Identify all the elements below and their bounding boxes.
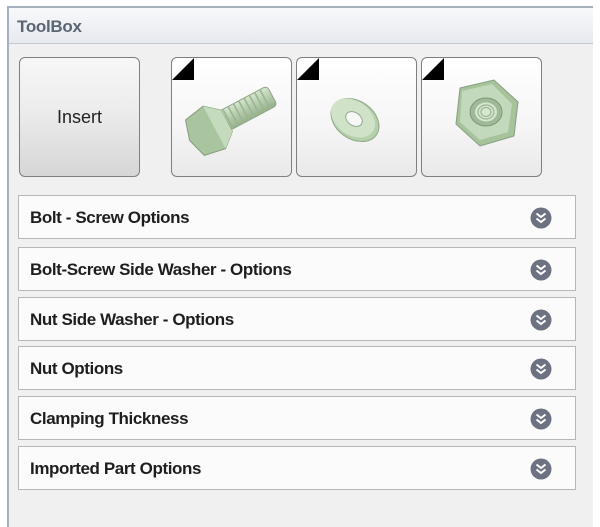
chevron-double-down-icon[interactable] <box>530 458 552 480</box>
option-row-bolt-screw-side-washer[interactable]: Bolt-Screw Side Washer - Options <box>18 247 576 291</box>
option-label: Imported Part Options <box>30 459 202 478</box>
option-row-nut[interactable]: Nut Options <box>18 346 576 390</box>
option-label: Nut Side Washer - Options <box>30 310 234 329</box>
washer-dropdown-button[interactable] <box>296 57 417 177</box>
dropdown-arrow-icon <box>172 58 194 80</box>
chevron-double-down-icon[interactable] <box>530 358 552 380</box>
option-row-bolt-screw[interactable]: Bolt - Screw Options <box>18 195 576 239</box>
option-row-imported-part[interactable]: Imported Part Options <box>18 446 576 490</box>
dropdown-arrow-icon <box>422 58 444 80</box>
bolt-dropdown-button[interactable] <box>171 57 292 177</box>
toolbox-title: ToolBox <box>17 17 82 36</box>
option-row-clamping-thickness[interactable]: Clamping Thickness <box>18 396 576 440</box>
chevron-double-down-icon[interactable] <box>530 408 552 430</box>
option-label: Nut Options <box>30 359 123 378</box>
option-label: Bolt - Screw Options <box>30 208 190 227</box>
nut-dropdown-button[interactable] <box>421 57 542 177</box>
dropdown-arrow-icon <box>297 58 319 80</box>
option-label: Bolt-Screw Side Washer - Options <box>30 260 292 279</box>
insert-button[interactable]: Insert <box>19 57 140 177</box>
option-row-nut-side-washer[interactable]: Nut Side Washer - Options <box>18 297 576 341</box>
toolbox-title-bar: ToolBox <box>9 8 593 44</box>
chevron-double-down-icon[interactable] <box>530 259 552 281</box>
chevron-double-down-icon[interactable] <box>530 309 552 331</box>
option-label: Clamping Thickness <box>30 409 189 428</box>
chevron-double-down-icon[interactable] <box>530 207 552 229</box>
